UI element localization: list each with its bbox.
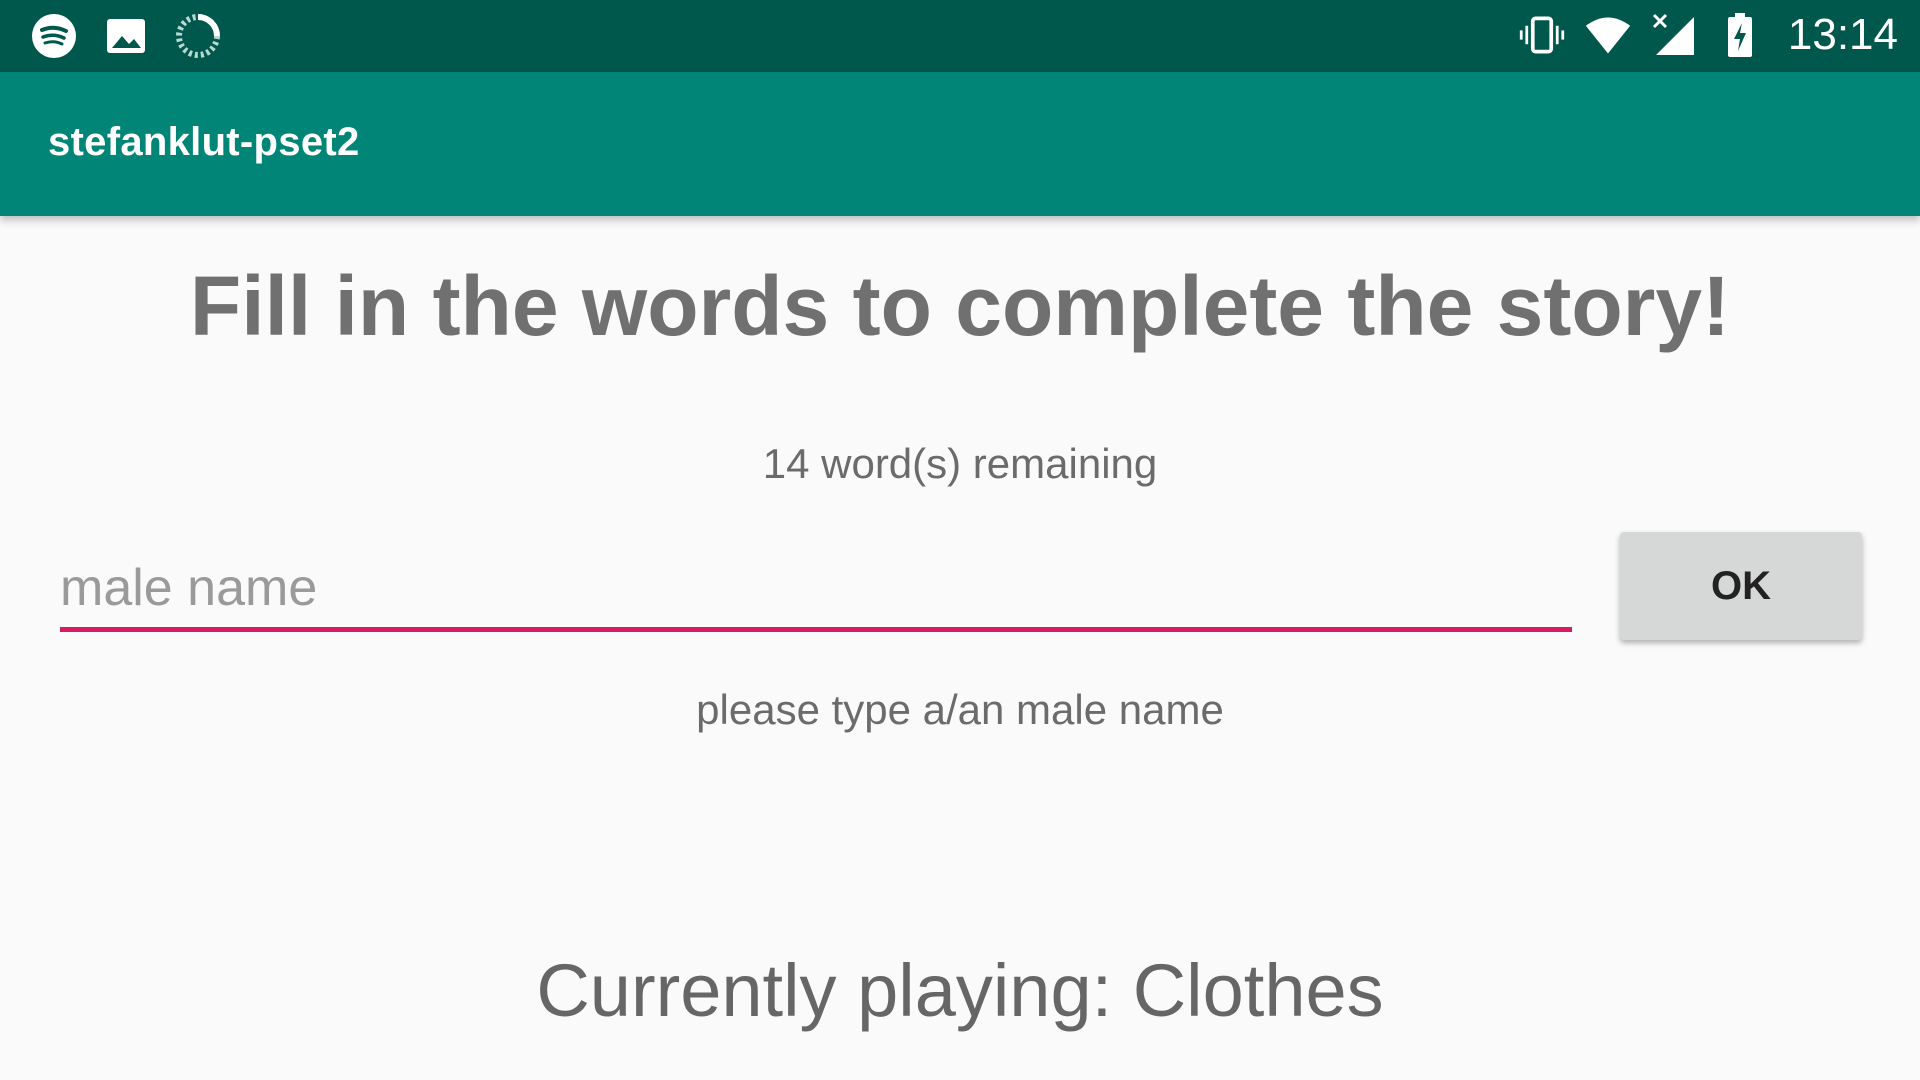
input-underline: [60, 627, 1572, 632]
page-headline: Fill in the words to complete the story!: [189, 259, 1731, 353]
word-input[interactable]: [60, 548, 1572, 628]
cell-signal-off-icon: [1650, 11, 1698, 59]
battery-charging-icon: [1716, 11, 1764, 59]
image-icon: [102, 12, 150, 60]
app-bar: stefanklut-pset2: [0, 72, 1920, 216]
spotify-icon: [30, 12, 78, 60]
vibrate-icon: [1518, 11, 1566, 59]
input-hint: please type a/an male name: [696, 686, 1224, 733]
words-remaining-text: 14 word(s) remaining: [762, 440, 1158, 487]
wifi-icon: [1584, 11, 1632, 59]
now-playing-text: Currently playing: Clothes: [536, 949, 1384, 1032]
app-title: stefanklut-pset2: [48, 120, 360, 164]
status-clock: 13:14: [1787, 10, 1898, 59]
system-icons: 13:14: [1518, 10, 1898, 60]
status-bar: 13:14: [0, 0, 1920, 72]
word-input-container: [60, 548, 1572, 636]
sync-progress-icon: [174, 12, 222, 60]
notification-icons: [30, 12, 222, 60]
ok-button[interactable]: OK: [1620, 532, 1862, 640]
